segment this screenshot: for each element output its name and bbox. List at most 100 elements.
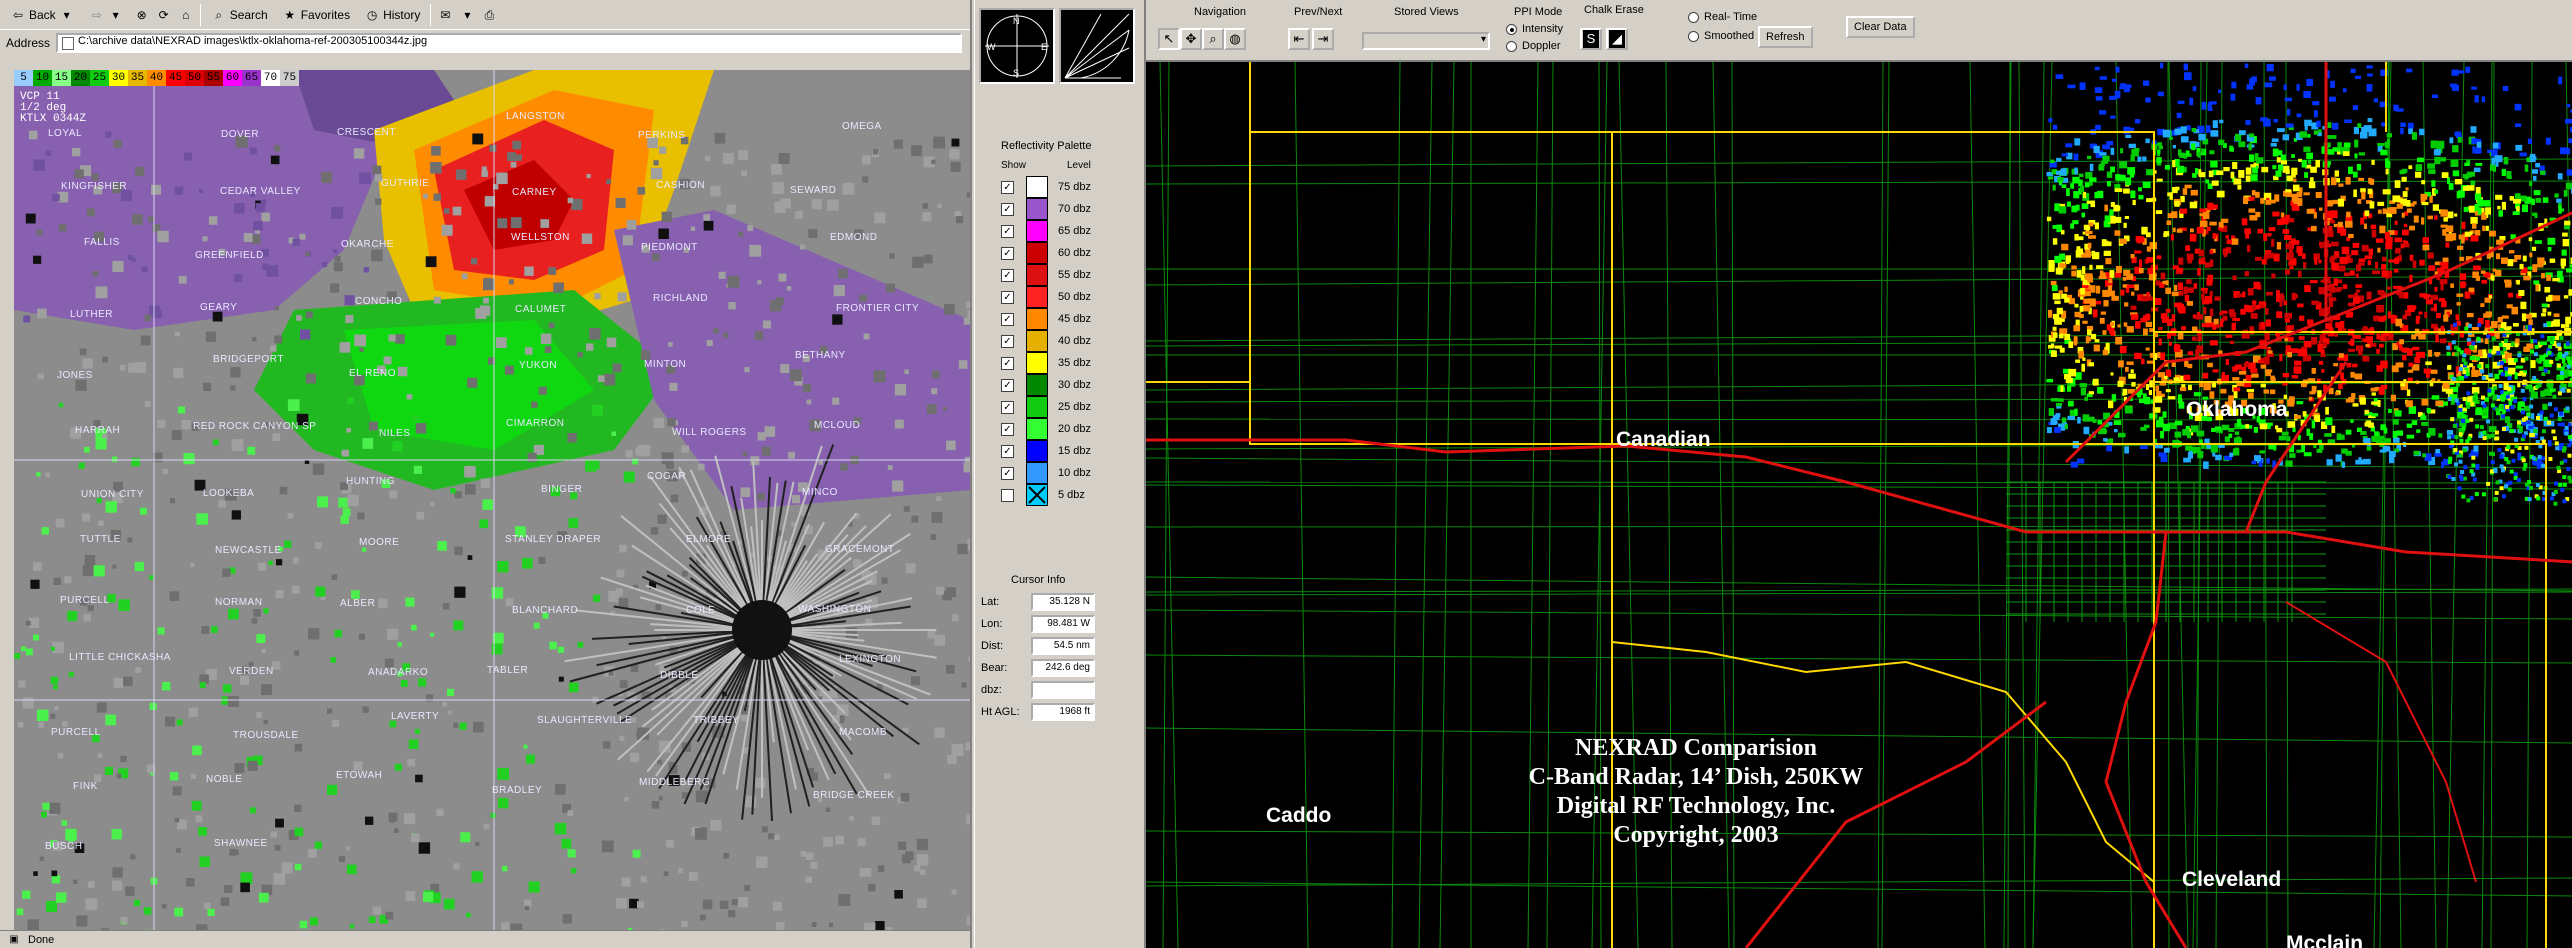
color-swatch[interactable] [1026, 418, 1048, 440]
home-icon[interactable]: ⌂ [178, 7, 194, 23]
color-swatch[interactable] [1026, 176, 1048, 198]
dropdown-arrow-icon[interactable]: ▾ [108, 7, 124, 23]
search-button[interactable]: ⌕ Search [207, 4, 272, 26]
level-label: 55 dbz [1058, 269, 1092, 281]
history-button[interactable]: ◷ History [360, 4, 424, 26]
color-swatch[interactable] [1026, 462, 1048, 484]
color-swatch[interactable] [1026, 484, 1048, 506]
palette-row: ✓ 75 dbz [1001, 176, 1131, 198]
color-swatch[interactable] [1026, 220, 1048, 242]
radar-legend: 5 10 15 20 25 30 35 40 45 50 55 60 65 70 75 [14, 70, 484, 86]
mail-icon[interactable]: ✉ [437, 7, 453, 23]
smoothed-label: Smoothed [1704, 30, 1755, 42]
chalk-button[interactable]: S [1580, 28, 1602, 50]
stop-icon[interactable]: ⊗ [134, 7, 150, 23]
cursor-info-label: Ht AGL: [981, 706, 1020, 718]
town-label: ANADARKO [368, 667, 429, 678]
town-label: BRIDGEPORT [213, 354, 284, 365]
show-checkbox[interactable]: ✓ [1001, 202, 1014, 216]
pan-tool-button[interactable]: ✥ [1180, 28, 1202, 50]
next-button[interactable]: ⇥ [1312, 28, 1334, 50]
show-checkbox[interactable]: ✓ [1001, 400, 1014, 414]
show-checkbox[interactable]: ✓ [1001, 444, 1014, 458]
doppler-radio[interactable] [1506, 41, 1517, 52]
cursor-info-label: Dist: [981, 640, 1003, 652]
show-checkbox[interactable]: ✓ [1001, 378, 1014, 392]
sector-indicator[interactable] [1059, 8, 1135, 84]
prev-button[interactable]: ⇤ [1288, 28, 1310, 50]
color-swatch[interactable] [1026, 396, 1048, 418]
favorites-button[interactable]: ★ Favorites [278, 4, 354, 26]
color-swatch[interactable] [1026, 242, 1048, 264]
realtime-radio[interactable] [1688, 12, 1699, 23]
town-label: KINGFISHER [61, 181, 128, 192]
show-checkbox[interactable]: ✓ [1001, 312, 1014, 326]
back-button[interactable]: ⇦ Back ▾ [6, 4, 79, 26]
palette-row: ✓ 35 dbz [1001, 352, 1131, 374]
pointer-tool-button[interactable]: ↖ [1158, 28, 1180, 50]
browser-window: ⇦ Back ▾ ⇨ ▾ ⊗ ⟳ ⌂ ⌕ Search ★ Favorites … [0, 0, 972, 948]
color-swatch[interactable] [1026, 440, 1048, 462]
palette-level-header: Level [1067, 160, 1091, 171]
cursor-info-row: Bear: 242.6 deg [981, 658, 1141, 678]
address-input[interactable]: C:\archive data\NEXRAD images\ktlx-oklah… [56, 33, 962, 53]
show-checkbox[interactable]: ✓ [1001, 224, 1014, 238]
erase-button[interactable]: ◢ [1606, 28, 1628, 50]
color-swatch[interactable] [1026, 352, 1048, 374]
favorites-label: Favorites [300, 7, 351, 22]
town-label: SHAWNEE [214, 838, 268, 849]
town-label: NEWCASTLE [215, 545, 282, 556]
color-swatch[interactable] [1026, 198, 1048, 220]
show-checkbox[interactable] [1001, 488, 1014, 502]
show-checkbox[interactable]: ✓ [1001, 334, 1014, 348]
town-label: NORMAN [215, 597, 263, 608]
color-swatch[interactable] [1026, 308, 1048, 330]
show-checkbox[interactable]: ✓ [1001, 422, 1014, 436]
refresh-button[interactable]: Refresh [1758, 26, 1813, 48]
color-swatch[interactable] [1026, 374, 1048, 396]
toolbar-divider [430, 3, 432, 26]
palette-row: ✓ 70 dbz [1001, 198, 1131, 220]
show-checkbox[interactable]: ✓ [1001, 246, 1014, 260]
town-label: DIBBLE [660, 670, 699, 681]
control-panel: N S W E Reflectivity Palette Show Level … [974, 0, 1144, 948]
desktop: ⇦ Back ▾ ⇨ ▾ ⊗ ⟳ ⌂ ⌕ Search ★ Favorites … [0, 0, 2572, 948]
intensity-radio[interactable] [1506, 24, 1517, 35]
town-label: OKARCHE [341, 239, 394, 250]
forward-button[interactable]: ⇨ ▾ [85, 4, 128, 26]
show-checkbox[interactable]: ✓ [1001, 180, 1014, 194]
pan-icon: ✥ [1185, 31, 1197, 46]
palette-title: Reflectivity Palette [1001, 140, 1092, 152]
show-checkbox[interactable]: ✓ [1001, 268, 1014, 282]
smoothed-radio[interactable] [1688, 31, 1699, 42]
town-label: HUNTING [346, 476, 396, 487]
show-checkbox[interactable]: ✓ [1001, 290, 1014, 304]
svg-text:N: N [1013, 16, 1020, 26]
caption-line: C-Band Radar, 14’ Dish, 250KW [1528, 764, 1864, 790]
clear-data-button[interactable]: Clear Data [1846, 16, 1915, 38]
caption-line: Copyright, 2003 [1613, 822, 1779, 848]
show-checkbox[interactable]: ✓ [1001, 466, 1014, 480]
stored-views-select[interactable]: ▾ [1362, 32, 1490, 50]
globe-tool-button[interactable]: ◍ [1224, 28, 1246, 50]
palette-row: ✓ 45 dbz [1001, 308, 1131, 330]
color-swatch[interactable] [1026, 330, 1048, 352]
level-label: 10 dbz [1058, 467, 1092, 479]
town-label: CALUMET [515, 304, 567, 315]
compass-rose[interactable]: N S W E [979, 8, 1055, 84]
refresh-icon[interactable]: ⟳ [156, 7, 172, 23]
radar-map[interactable]: Canadian Oklahoma Caddo Cleveland Mcclai… [1146, 62, 2572, 948]
level-label: 5 dbz [1058, 489, 1085, 501]
show-checkbox[interactable]: ✓ [1001, 356, 1014, 370]
color-swatch[interactable] [1026, 264, 1048, 286]
legend-level: 70 [261, 70, 280, 86]
print-icon[interactable]: ⎙ [481, 7, 497, 23]
color-swatch[interactable] [1026, 286, 1048, 308]
town-label: FALLIS [84, 237, 120, 248]
dropdown-arrow-icon[interactable]: ▾ [459, 7, 475, 23]
zoom-tool-button[interactable]: ⌕ [1202, 28, 1224, 50]
legend-level: 35 [128, 70, 147, 86]
dropdown-arrow-icon[interactable]: ▾ [59, 7, 75, 23]
stored-views-label: Stored Views [1394, 6, 1459, 18]
vcp-readout: VCP 11 1/2 deg KTLX 0344Z [20, 91, 87, 125]
